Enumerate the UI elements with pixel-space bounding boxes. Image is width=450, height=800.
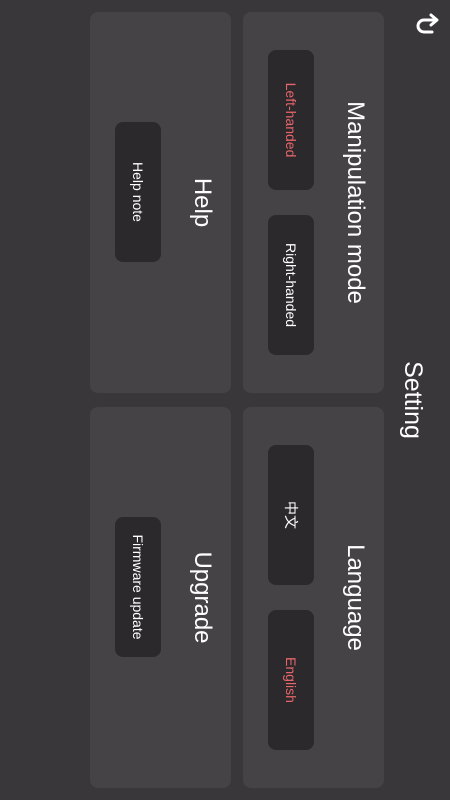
upgrade-title: Upgrade [189,551,216,644]
page-title: Setting [399,361,427,439]
english-language-button[interactable]: English [268,610,314,750]
undo-arrow-icon [416,13,439,34]
settings-screen: Setting Manipulation mode Left-handed Ri… [0,0,450,800]
upgrade-card: Upgrade Firmware update [90,407,231,788]
firmware-update-button[interactable]: Firmware update [115,517,161,657]
language-card: Language 中文 English [243,407,384,788]
left-handed-button[interactable]: Left-handed [268,50,314,190]
chinese-language-button[interactable]: 中文 [268,445,314,585]
right-handed-button[interactable]: Right-handed [268,215,314,355]
manipulation-mode-title: Manipulation mode [342,101,369,304]
manipulation-mode-card: Manipulation mode Left-handed Right-hand… [243,12,384,393]
language-title: Language [342,544,369,651]
back-button[interactable] [406,6,446,46]
help-note-button[interactable]: Help note [115,122,161,262]
help-title: Help [189,177,216,228]
help-card: Help Help note [90,12,231,393]
